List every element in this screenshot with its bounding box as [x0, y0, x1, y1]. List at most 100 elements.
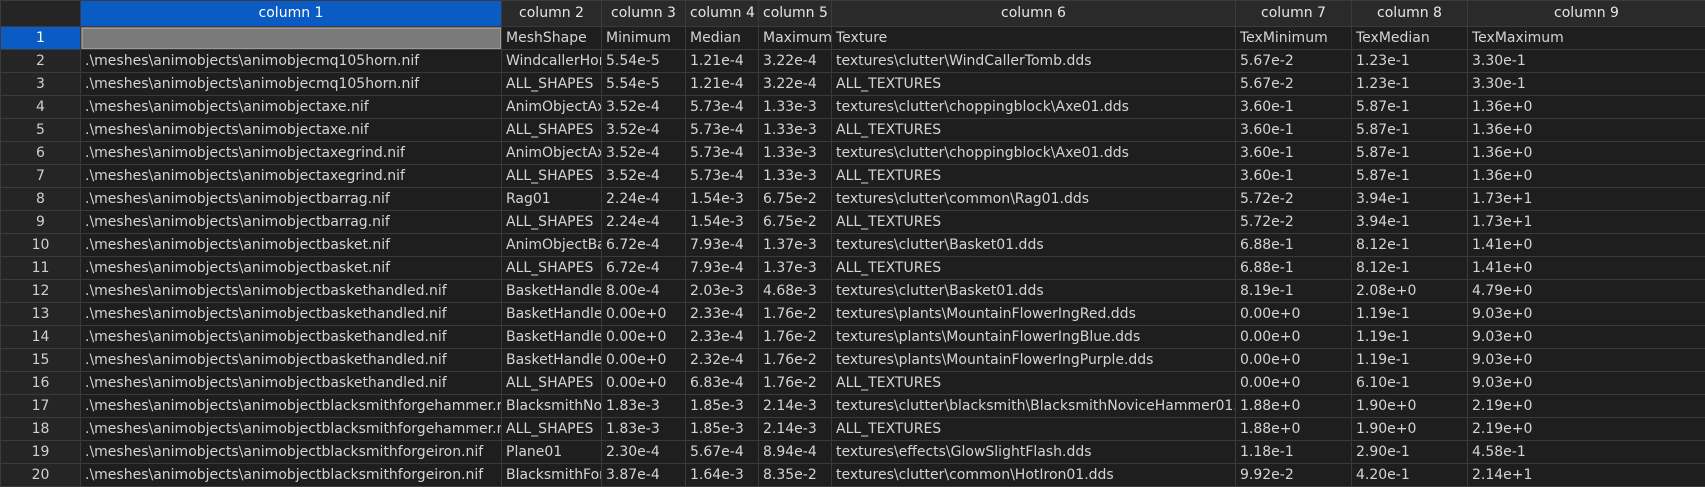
- table-cell[interactable]: 3.60e-1: [1235, 118, 1352, 142]
- column-header-1[interactable]: column 1: [80, 0, 502, 27]
- table-cell[interactable]: 6.75e-2: [758, 187, 832, 211]
- table-cell[interactable]: .\meshes\animobjects\animobjectbasket.ni…: [80, 233, 502, 257]
- table-cell[interactable]: textures\plants\MountainFlowerIngRed.dds: [831, 302, 1236, 326]
- table-cell[interactable]: 3.87e-4: [601, 463, 686, 487]
- table-cell[interactable]: BasketHandled: [501, 325, 602, 349]
- table-cell[interactable]: 1.19e-1: [1351, 302, 1468, 326]
- table-cell[interactable]: 0.00e+0: [1235, 325, 1352, 349]
- table-cell[interactable]: 5.72e-2: [1235, 187, 1352, 211]
- table-cell[interactable]: AnimObjectBasket: [501, 233, 602, 257]
- row-header[interactable]: 7: [0, 164, 81, 188]
- table-cell[interactable]: .\meshes\animobjects\animobjectblacksmit…: [80, 463, 502, 487]
- table-cell[interactable]: 7.93e-4: [685, 256, 759, 280]
- table-cell[interactable]: textures\clutter\choppingblock\Axe01.dds: [831, 141, 1236, 165]
- table-cell[interactable]: TexMinimum: [1235, 26, 1352, 50]
- table-cell[interactable]: 1.41e+0: [1467, 256, 1705, 280]
- table-cell[interactable]: textures\clutter\common\HotIron01.dds: [831, 463, 1236, 487]
- table-cell[interactable]: 5.54e-5: [601, 49, 686, 73]
- row-header[interactable]: 14: [0, 325, 81, 349]
- table-cell[interactable]: 3.30e-1: [1467, 72, 1705, 96]
- table-cell[interactable]: 2.32e-4: [685, 348, 759, 372]
- row-header[interactable]: 20: [0, 463, 81, 487]
- table-cell[interactable]: ALL_TEXTURES: [831, 417, 1236, 441]
- row-header[interactable]: 1: [0, 26, 81, 50]
- table-cell[interactable]: 1.36e+0: [1467, 141, 1705, 165]
- table-cell[interactable]: ALL_SHAPES: [501, 256, 602, 280]
- table-cell[interactable]: .\meshes\animobjects\animobjectbaskethan…: [80, 371, 502, 395]
- row-header[interactable]: 19: [0, 440, 81, 464]
- table-cell[interactable]: ALL_SHAPES: [501, 371, 602, 395]
- table-cell[interactable]: 8.00e-4: [601, 279, 686, 303]
- table-cell[interactable]: 3.94e-1: [1351, 210, 1468, 234]
- table-cell[interactable]: 3.22e-4: [758, 49, 832, 73]
- table-cell[interactable]: 1.23e-1: [1351, 49, 1468, 73]
- column-header-5[interactable]: column 5: [758, 0, 832, 27]
- table-cell[interactable]: 9.92e-2: [1235, 463, 1352, 487]
- row-header[interactable]: 8: [0, 187, 81, 211]
- table-cell[interactable]: AnimObjectAxe: [501, 95, 602, 119]
- table-cell[interactable]: ALL_TEXTURES: [831, 210, 1236, 234]
- table-cell[interactable]: 1.88e+0: [1235, 417, 1352, 441]
- table-cell[interactable]: 0.00e+0: [1235, 348, 1352, 372]
- table-cell[interactable]: 8.19e-1: [1235, 279, 1352, 303]
- table-cell[interactable]: 5.72e-2: [1235, 210, 1352, 234]
- table-cell[interactable]: 2.19e+0: [1467, 417, 1705, 441]
- table-cell[interactable]: 3.52e-4: [601, 164, 686, 188]
- row-header[interactable]: 10: [0, 233, 81, 257]
- table-cell[interactable]: 5.73e-4: [685, 95, 759, 119]
- table-cell[interactable]: 1.88e+0: [1235, 394, 1352, 418]
- table-cell[interactable]: textures\plants\MountainFlowerIngBlue.dd…: [831, 325, 1236, 349]
- table-cell[interactable]: 8.12e-1: [1351, 256, 1468, 280]
- table-cell[interactable]: 3.60e-1: [1235, 95, 1352, 119]
- table-cell[interactable]: textures\clutter\blacksmith\BlacksmithNo…: [831, 394, 1236, 418]
- table-cell[interactable]: ALL_SHAPES: [501, 164, 602, 188]
- table-cell[interactable]: 1.23e-1: [1351, 72, 1468, 96]
- table-cell[interactable]: 1.76e-2: [758, 348, 832, 372]
- table-cell[interactable]: 3.52e-4: [601, 141, 686, 165]
- table-cell[interactable]: 0.00e+0: [1235, 371, 1352, 395]
- table-cell[interactable]: 5.67e-2: [1235, 49, 1352, 73]
- table-cell[interactable]: 1.19e-1: [1351, 325, 1468, 349]
- table-cell[interactable]: 1.37e-3: [758, 256, 832, 280]
- table-cell[interactable]: BlacksmithNoviceHammer: [501, 394, 602, 418]
- table-cell[interactable]: ALL_TEXTURES: [831, 118, 1236, 142]
- table-cell[interactable]: 5.73e-4: [685, 164, 759, 188]
- table-cell[interactable]: 7.93e-4: [685, 233, 759, 257]
- table-cell[interactable]: BlacksmithForgeIron: [501, 463, 602, 487]
- table-cell[interactable]: textures\clutter\common\Rag01.dds: [831, 187, 1236, 211]
- table-cell[interactable]: .\meshes\animobjects\animobjectblacksmit…: [80, 394, 502, 418]
- column-header-9[interactable]: column 9: [1467, 0, 1705, 27]
- table-cell[interactable]: 1.90e+0: [1351, 417, 1468, 441]
- table-cell[interactable]: 6.75e-2: [758, 210, 832, 234]
- table-cell[interactable]: .\meshes\animobjects\animobjectblacksmit…: [80, 417, 502, 441]
- table-cell[interactable]: ALL_SHAPES: [501, 210, 602, 234]
- table-cell[interactable]: .\meshes\animobjects\animobjectbaskethan…: [80, 302, 502, 326]
- row-header[interactable]: 16: [0, 371, 81, 395]
- table-cell[interactable]: 0.00e+0: [601, 325, 686, 349]
- table-cell[interactable]: 3.60e-1: [1235, 141, 1352, 165]
- table-cell[interactable]: .\meshes\animobjects\animobjectbaskethan…: [80, 325, 502, 349]
- column-header-4[interactable]: column 4: [685, 0, 759, 27]
- table-cell[interactable]: .\meshes\animobjects\animobjecmq105horn.…: [80, 72, 502, 96]
- table-cell[interactable]: 3.94e-1: [1351, 187, 1468, 211]
- table-cell[interactable]: 2.90e-1: [1351, 440, 1468, 464]
- table-cell[interactable]: 1.76e-2: [758, 325, 832, 349]
- row-header[interactable]: 13: [0, 302, 81, 326]
- table-cell[interactable]: 2.19e+0: [1467, 394, 1705, 418]
- row-header[interactable]: 15: [0, 348, 81, 372]
- table-cell[interactable]: 2.14e-3: [758, 394, 832, 418]
- table-cell[interactable]: 1.36e+0: [1467, 118, 1705, 142]
- table-cell[interactable]: MeshShape: [501, 26, 602, 50]
- table-cell[interactable]: 3.22e-4: [758, 72, 832, 96]
- table-cell[interactable]: 2.14e-3: [758, 417, 832, 441]
- table-cell[interactable]: 4.79e+0: [1467, 279, 1705, 303]
- table-cell[interactable]: 5.87e-1: [1351, 164, 1468, 188]
- table-cell[interactable]: Median: [685, 26, 759, 50]
- table-cell[interactable]: 1.33e-3: [758, 164, 832, 188]
- table-cell[interactable]: 2.33e-4: [685, 325, 759, 349]
- table-cell[interactable]: 5.87e-1: [1351, 118, 1468, 142]
- table-cell[interactable]: 3.60e-1: [1235, 164, 1352, 188]
- table-cell[interactable]: 1.64e-3: [685, 463, 759, 487]
- table-cell[interactable]: Maximum: [758, 26, 832, 50]
- row-header[interactable]: 18: [0, 417, 81, 441]
